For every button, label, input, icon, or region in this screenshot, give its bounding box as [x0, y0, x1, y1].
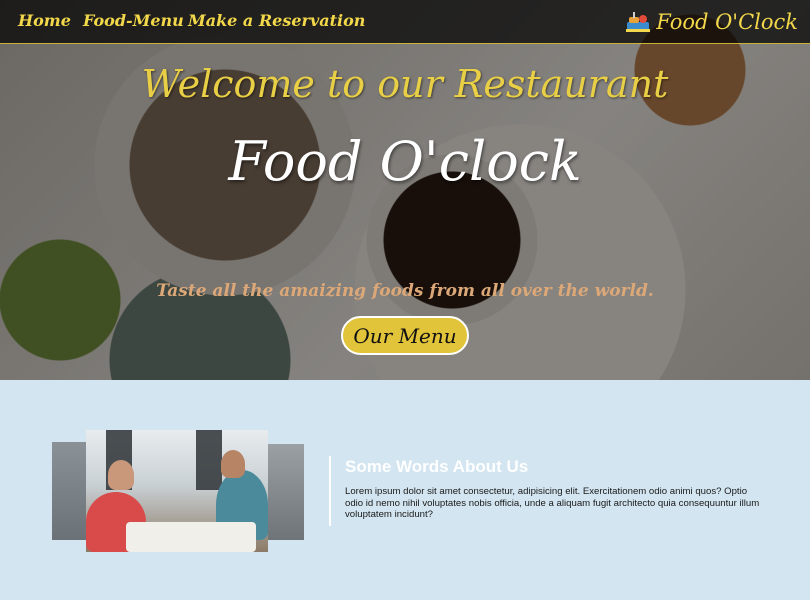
about-text: Lorem ipsum dolor sit amet consectetur, …	[345, 486, 760, 520]
nav-link-reservation[interactable]: Make a Reservation	[188, 11, 365, 30]
about-photo-main	[86, 430, 268, 552]
about-heading: Some Words About Us	[345, 457, 529, 476]
photo-window	[196, 430, 222, 490]
nav-link-food-menu[interactable]: Food-Menu	[83, 11, 184, 30]
hero-section: Home Food-Menu Make a Reservation Food O…	[0, 0, 810, 380]
nav-link-home[interactable]: Home	[18, 11, 71, 30]
photo-table	[126, 522, 256, 552]
hero-welcome-heading: Welcome to our Restaurant	[141, 62, 669, 106]
our-menu-button[interactable]: Our Menu	[341, 316, 469, 355]
hero-title: Food O'clock	[228, 130, 582, 193]
brand-logo[interactable]: Food O'Clock	[624, 6, 798, 38]
about-photo-right	[264, 444, 304, 540]
photo-person	[108, 460, 134, 490]
hero-tagline: Taste all the amaizing foods from all ov…	[156, 281, 654, 301]
brand-name: Food O'Clock	[656, 10, 798, 34]
photo-person	[221, 450, 245, 478]
food-tray-icon	[626, 12, 651, 32]
navbar: Home Food-Menu Make a Reservation Food O…	[0, 0, 810, 44]
about-divider	[329, 456, 331, 526]
